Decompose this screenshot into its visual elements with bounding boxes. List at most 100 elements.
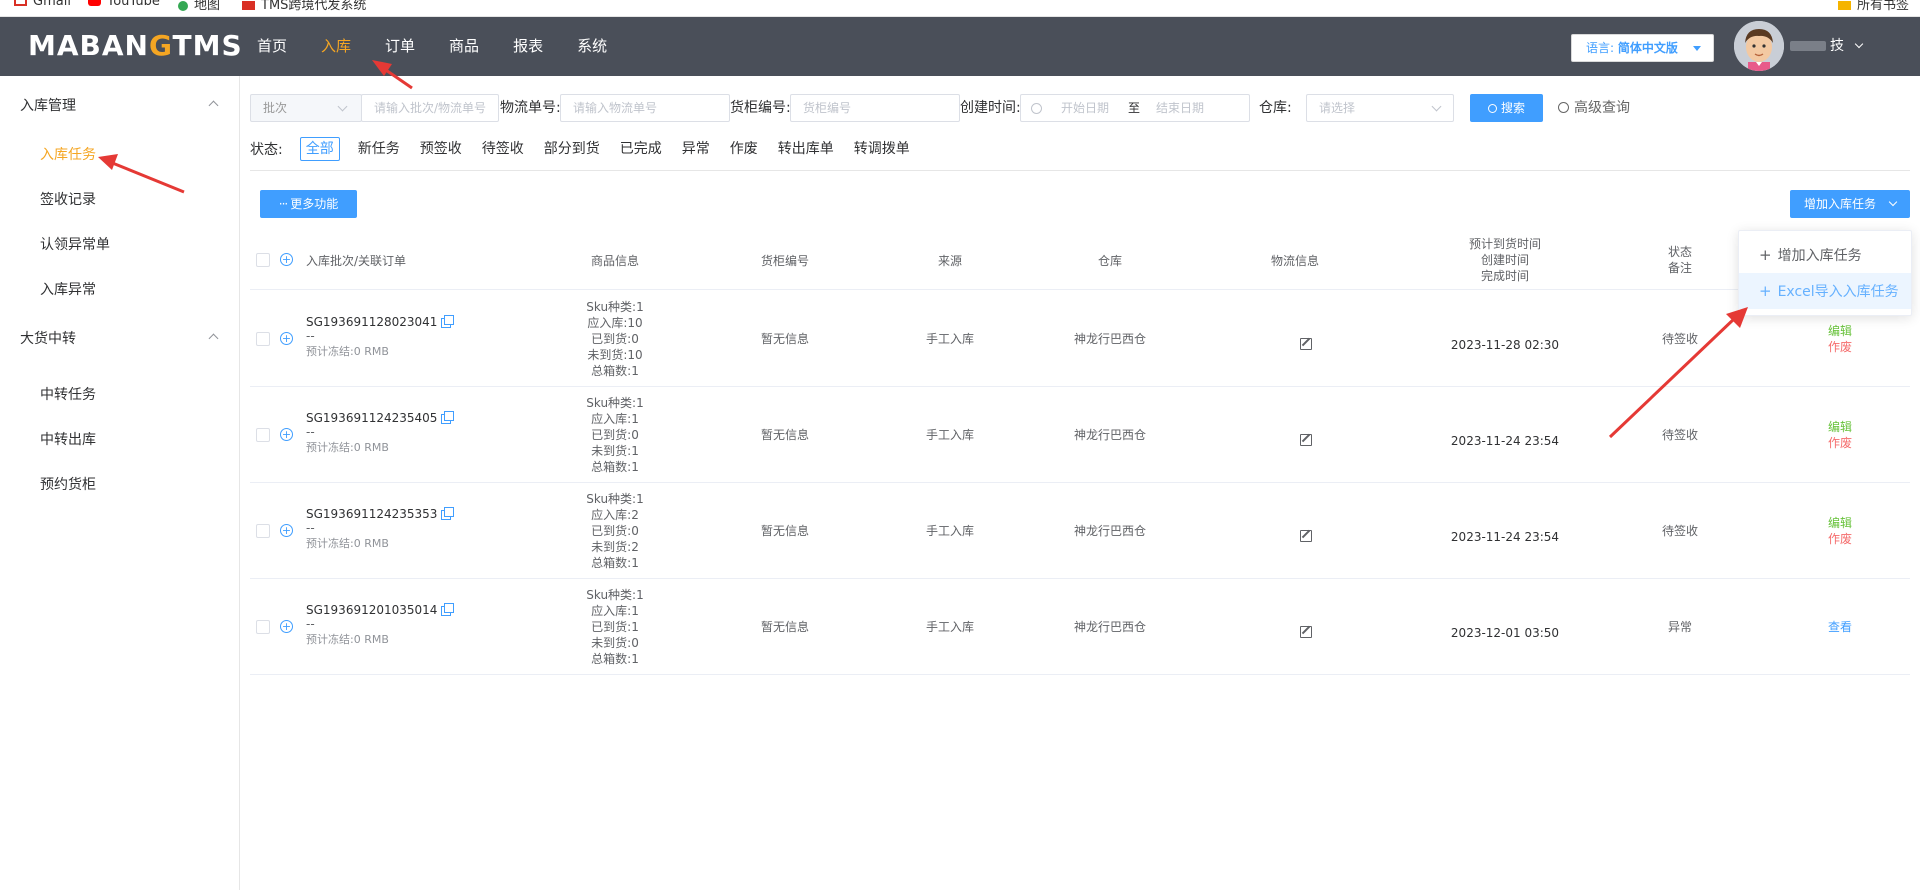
expand-all-icon[interactable]: + [280, 253, 293, 266]
user-avatar[interactable] [1734, 21, 1784, 71]
expand-row-icon[interactable]: + [280, 332, 293, 345]
batch-type-select[interactable]: 批次 [250, 94, 362, 122]
batch-number[interactable]: SG193691128023041 [306, 315, 437, 329]
nav-products[interactable]: 商品 [432, 17, 496, 76]
bookmark-maps[interactable]: 地图 [178, 0, 220, 13]
plus-icon: + [1759, 246, 1772, 264]
more-functions-button[interactable]: ··· 更多功能 [260, 190, 357, 218]
expand-row-icon[interactable]: + [280, 620, 293, 633]
search-button[interactable]: 搜索 [1470, 94, 1543, 122]
chevron-up-icon [208, 100, 219, 111]
sidebar-group-inbound[interactable]: 入库管理 [0, 76, 239, 136]
sidebar-item-inbound-exceptions[interactable]: 入库异常 [0, 268, 239, 313]
edit-logistics-icon[interactable] [1300, 626, 1312, 638]
edit-logistics-icon[interactable] [1300, 338, 1312, 350]
goods-line: Sku种类:1 [586, 492, 644, 506]
bookmark-youtube[interactable]: YouTube [88, 0, 160, 9]
edit-link[interactable]: 编辑 [1810, 515, 1870, 531]
chevron-down-icon [1888, 197, 1898, 207]
container-input[interactable]: 货柜编号 [790, 94, 960, 122]
batch-number[interactable]: SG193691201035014 [306, 603, 437, 617]
status-chip-to-outbound[interactable]: 转出库单 [772, 137, 840, 161]
status-chip-pending-sign[interactable]: 待签收 [476, 137, 530, 161]
sidebar-item-inbound-tasks[interactable]: 入库任务 [0, 133, 239, 178]
linked-order: -- [306, 521, 315, 535]
table-row: + SG193691201035014 -- 预计冻结:0 RMB Sku种类:1 应入库… [250, 579, 1910, 675]
edit-logistics-icon[interactable] [1300, 530, 1312, 542]
bookmark-gmail[interactable]: Gmail [14, 0, 71, 9]
expand-row-icon[interactable]: + [280, 524, 293, 537]
add-inbound-task-button[interactable]: 增加入库任务 [1790, 190, 1910, 218]
batch-number[interactable]: SG193691124235405 [306, 411, 437, 425]
void-link[interactable]: 作废 [1810, 531, 1870, 547]
row-checkbox[interactable] [256, 620, 270, 634]
status-chip-exception[interactable]: 异常 [676, 137, 716, 161]
sidebar-item-book-container[interactable]: 预约货柜 [0, 463, 239, 508]
sidebar-group-transit[interactable]: 大货中转 [0, 313, 239, 365]
select-all-checkbox[interactable] [256, 253, 270, 267]
goods-line: 未到货:0 [591, 636, 639, 650]
created-date-range[interactable]: 开始日期 至 结束日期 [1020, 94, 1250, 122]
goods-line: 已到货:1 [591, 620, 639, 634]
batch-number[interactable]: SG193691124235353 [306, 507, 437, 521]
actions-cell: 编辑 作废 [1810, 419, 1870, 451]
status-chip-pre-signed[interactable]: 预签收 [414, 137, 468, 161]
sidebar-item-transit-tasks[interactable]: 中转任务 [0, 373, 239, 418]
void-link[interactable]: 作废 [1810, 435, 1870, 451]
bookmark-all[interactable]: 所有书签 [1838, 0, 1909, 13]
goods-line: 未到货:10 [587, 348, 643, 362]
copy-icon[interactable] [441, 410, 455, 424]
order-cell: SG193691124235405 -- 预计冻结:0 RMB [306, 410, 455, 457]
status-chip-to-transfer[interactable]: 转调拨单 [848, 137, 916, 161]
status-chip-void[interactable]: 作废 [724, 137, 764, 161]
sidebar-item-claim-exceptions[interactable]: 认领异常单 [0, 223, 239, 268]
dropdown-item-excel-import[interactable]: + Excel导入入库任务 [1739, 273, 1911, 309]
goods-line: 总箱数:1 [591, 652, 639, 666]
search-icon [1487, 104, 1497, 113]
copy-icon[interactable] [441, 314, 455, 328]
bookmark-tms[interactable]: TMS跨境代发系统 [242, 0, 366, 13]
goods-line: 总箱数:1 [591, 556, 639, 570]
add-task-dropdown: + 增加入库任务 + Excel导入入库任务 [1738, 230, 1912, 316]
table-header: + 入库批次/关联订单 商品信息 货柜编号 来源 仓库 物流信息 预计到货时间 … [250, 232, 1910, 290]
dropdown-item-add-inbound-task[interactable]: + 增加入库任务 [1739, 237, 1911, 273]
copy-icon[interactable] [441, 506, 455, 520]
row-checkbox[interactable] [256, 428, 270, 442]
language-select[interactable]: 语言: 简体中文版 [1571, 34, 1714, 62]
time-cell: 2023-12-01 03:50 [1450, 626, 1560, 640]
warehouse-select[interactable]: 请选择 [1306, 94, 1454, 122]
goods-line: 未到货:2 [591, 540, 639, 554]
sidebar: 入库管理 入库任务 签收记录 认领异常单 入库异常 大货中转 中转任务 中转出库… [0, 76, 240, 890]
status-chip-completed[interactable]: 已完成 [614, 137, 668, 161]
status-chip-all[interactable]: 全部 [299, 137, 340, 161]
goods-line: 已到货:0 [591, 332, 639, 346]
copy-icon[interactable] [441, 602, 455, 616]
status-chip-new[interactable]: 新任务 [352, 137, 406, 161]
edit-link[interactable]: 编辑 [1810, 323, 1870, 339]
row-checkbox[interactable] [256, 332, 270, 346]
username-menu[interactable]: 技 [1790, 17, 1864, 76]
tracking-input[interactable]: 请输入物流单号 [560, 94, 730, 122]
top-navbar: MABANGTMS 首页 入库 订单 商品 报表 系统 语言: 简体中文版 技 [0, 17, 1920, 76]
zoom-icon [1558, 102, 1569, 113]
goods-line: 已到货:0 [591, 524, 639, 538]
status-chip-partial[interactable]: 部分到货 [538, 137, 606, 161]
advanced-search-link[interactable]: 高级查询 [1558, 94, 1630, 122]
sidebar-item-transit-outbound[interactable]: 中转出库 [0, 418, 239, 463]
nav-system[interactable]: 系统 [560, 17, 624, 76]
nav-inbound[interactable]: 入库 [304, 17, 368, 76]
nav-reports[interactable]: 报表 [496, 17, 560, 76]
edit-logistics-icon[interactable] [1300, 434, 1312, 446]
sidebar-item-sign-records[interactable]: 签收记录 [0, 178, 239, 223]
batch-input[interactable]: 请输入批次/物流单号 [361, 94, 499, 122]
nav-home[interactable]: 首页 [240, 17, 304, 76]
expand-row-icon[interactable]: + [280, 428, 293, 441]
order-cell: SG193691128023041 -- 预计冻结:0 RMB [306, 314, 455, 361]
row-checkbox[interactable] [256, 524, 270, 538]
estimated-freeze: 预计冻结:0 RMB [306, 537, 389, 550]
edit-link[interactable]: 编辑 [1810, 419, 1870, 435]
nav-orders[interactable]: 订单 [368, 17, 432, 76]
view-link[interactable]: 查看 [1810, 619, 1870, 635]
void-link[interactable]: 作废 [1810, 339, 1870, 355]
goods-info-cell: Sku种类:1 应入库:10 已到货:0 未到货:10 总箱数:1 [550, 299, 680, 379]
